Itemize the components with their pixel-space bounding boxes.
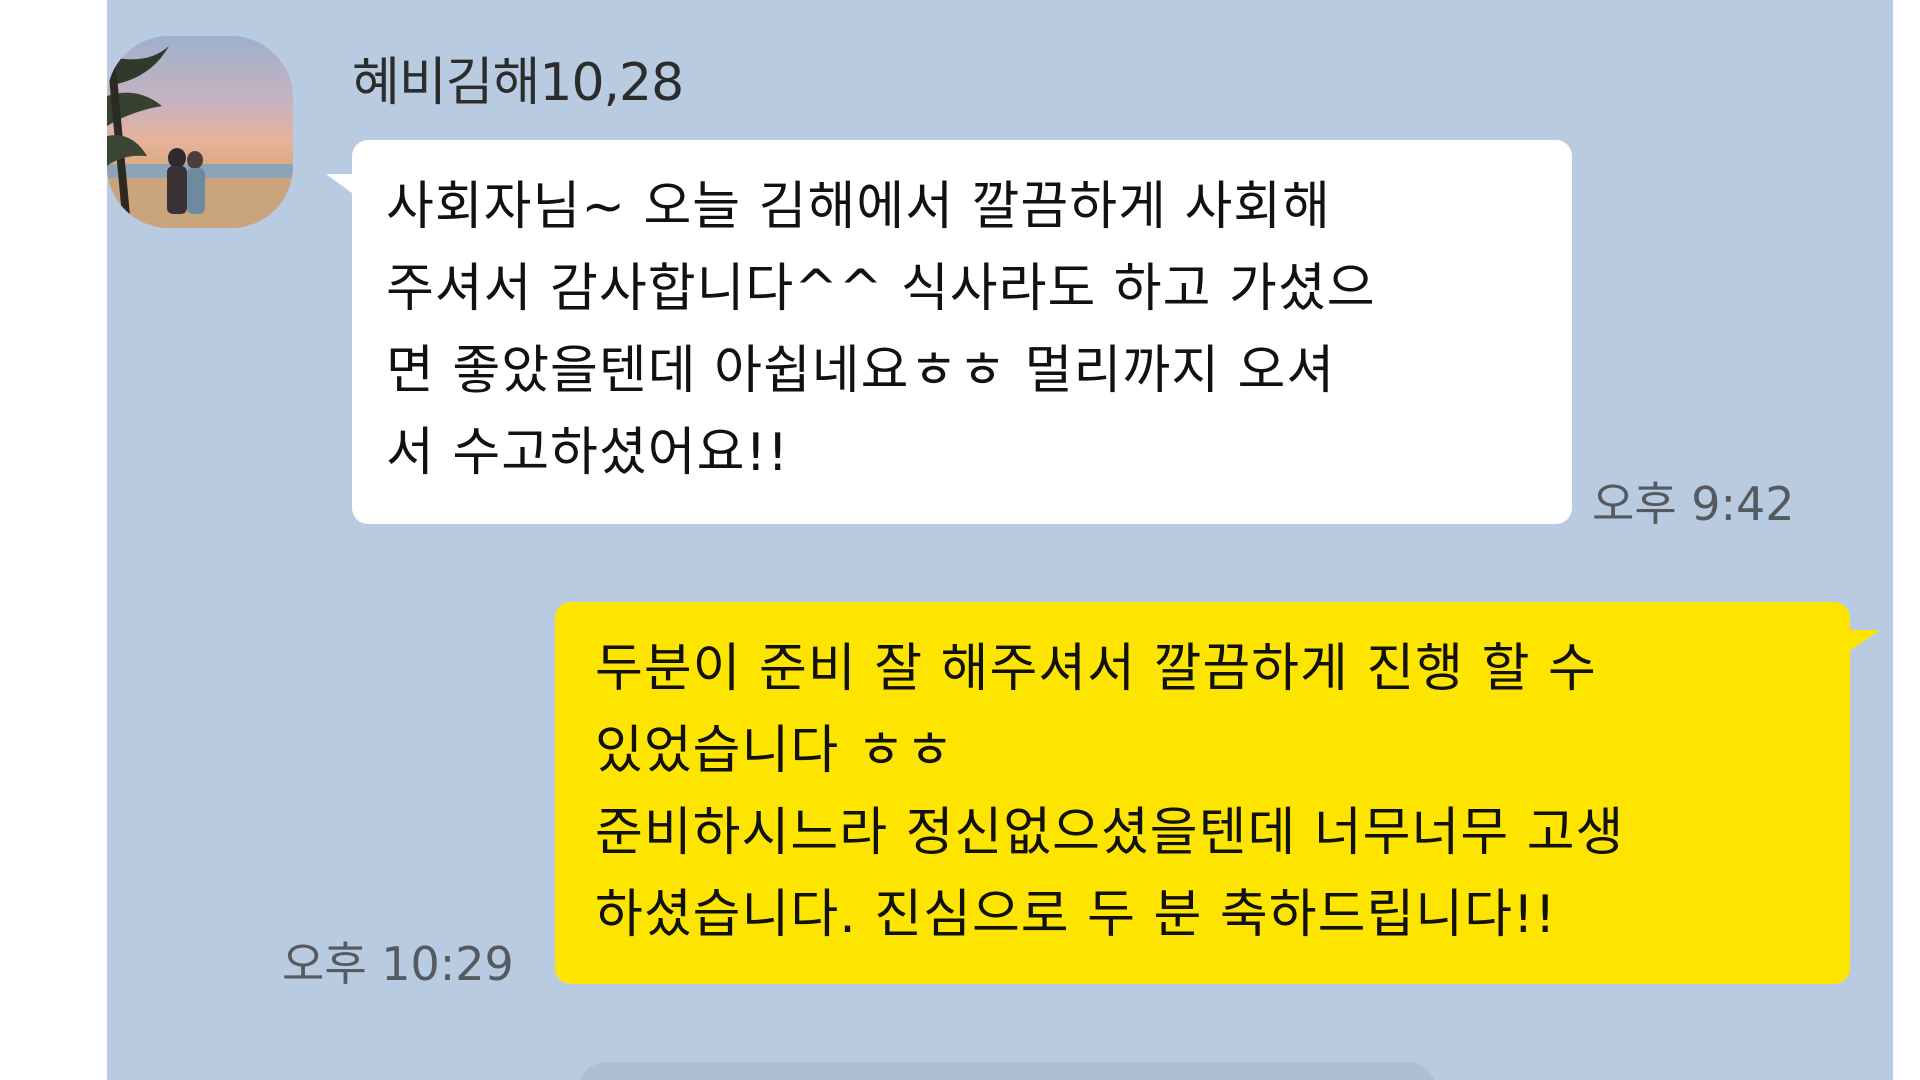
sender-name: 혜비김해10,28 <box>352 53 684 113</box>
message-line: 주셔서 감사합니다^^ 식사라도 하고 가셨으 <box>386 259 1376 319</box>
message-line: 두분이 준비 잘 해주셔서 깔끔하게 진행 할 수 <box>595 639 1597 699</box>
outgoing-message-bubble[interactable]: 두분이 준비 잘 해주셔서 깔끔하게 진행 할 수 있었습니다 ㅎㅎ 준비하시느… <box>555 602 1880 984</box>
chat-window: 혜비김해10,28 사회자님~ 오늘 김해에서 깔끔하게 사회해 주셔서 감사합… <box>107 0 1893 1080</box>
message-line: 서 수고하셨어요!! <box>386 423 790 483</box>
message-line: 하셨습니다. 진심으로 두 분 축하드립니다!! <box>595 885 1557 945</box>
beach-photo-icon <box>107 46 293 228</box>
outgoing-message-time: 오후 10:29 <box>282 937 514 991</box>
incoming-message-time: 오후 9:42 <box>1592 477 1795 531</box>
incoming-message-bubble[interactable]: 사회자님~ 오늘 김해에서 깔끔하게 사회해 주셔서 감사합니다^^ 식사라도 … <box>326 140 1572 524</box>
next-message-pill <box>577 1062 1437 1080</box>
sender-avatar[interactable] <box>107 36 293 228</box>
message-line: 면 좋았을텐데 아쉽네요ㅎㅎ 멀리까지 오셔 <box>386 341 1336 401</box>
message-line: 있었습니다 ㅎㅎ <box>595 721 955 781</box>
message-line: 준비하시느라 정신없으셨을텐데 너무너무 고생 <box>595 803 1625 863</box>
message-line: 사회자님~ 오늘 김해에서 깔끔하게 사회해 <box>386 177 1331 237</box>
